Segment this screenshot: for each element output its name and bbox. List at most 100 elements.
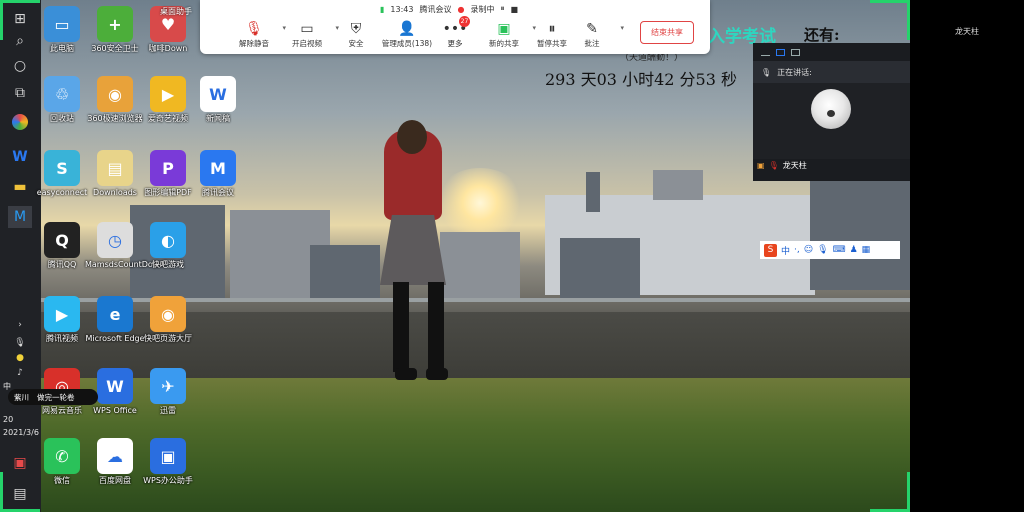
desktop-icon[interactable]: M 腾讯会议 [190, 150, 246, 198]
desktop-icon-label: 360极速浏览器 [87, 114, 143, 123]
meeting-toolbar: ▮ 13:43 腾讯会议 ● 录制中 ⏸ ■ 🎙 解除静音 ▾ ▭ 开启视频 ▾… [200, 0, 710, 54]
desktop-icon-label: MamsdsCountDown [85, 260, 165, 269]
building [310, 245, 380, 300]
person-shoe [395, 368, 417, 380]
notification-pill[interactable]: 紫川 做完一轮卷 [8, 389, 98, 405]
countdown-text: 293 天03 小时42 分53 秒 [545, 70, 737, 89]
desktop-icon[interactable]: ▣ WPS办公助手 [140, 438, 196, 486]
desktop-icon[interactable]: ▶ 腾讯视频 [34, 296, 90, 344]
desktop-icon[interactable]: ◉ 360极速浏览器 [87, 76, 143, 124]
annotate-button[interactable]: ✎ 批注 ▾ [562, 20, 625, 49]
action-center-icon[interactable]: ▤ [8, 483, 32, 505]
app-icon: Q [44, 222, 80, 258]
meeting-status-strip: ▮ 13:43 腾讯会议 ● 录制中 ⏸ ■ [380, 2, 518, 16]
share-frame-corner [0, 472, 3, 512]
annotate-icon: ✎ [586, 21, 598, 37]
security-label: 安全 [348, 39, 364, 48]
desktop-icon[interactable]: ▭ 此电脑 [34, 6, 90, 54]
person-leg [393, 282, 409, 372]
chevron-down-icon[interactable]: ▾ [620, 24, 624, 32]
clock-date[interactable]: 2021/3/6 [0, 428, 41, 437]
notification-icon[interactable]: ▣ [8, 452, 32, 474]
speaker-video[interactable] [753, 83, 910, 159]
app-icon: ◉ [97, 76, 133, 112]
desktop-icon[interactable]: ◷ MamsdsCountDown [85, 222, 165, 270]
person-skirt [380, 215, 446, 285]
desktop-icon[interactable]: ♲ 回收站 [34, 76, 90, 124]
building [653, 170, 703, 200]
skin-icon[interactable]: ♟ [850, 245, 858, 255]
app-icon: ☁ [97, 438, 133, 474]
speaker-name-row: ▣ 🎙 龙天柱 [757, 160, 807, 171]
clock-time[interactable]: 20 [0, 415, 41, 424]
pause-icon[interactable]: ⏸ [500, 4, 504, 14]
speaker-panel-controls [753, 43, 910, 61]
desktop-icon[interactable]: ✆ 微信 [34, 438, 90, 486]
notify-text-a: 紫川 [14, 392, 29, 402]
more-label: 更多 [447, 39, 463, 48]
tools-icon[interactable]: ▦ [862, 245, 871, 255]
keyboard-icon[interactable]: ⌨ [833, 245, 846, 255]
minimize-icon[interactable] [761, 49, 770, 56]
desktop-icon-label: 百度网盘 [99, 476, 131, 485]
wps-taskbar-icon[interactable]: W [8, 146, 32, 168]
more-badge: 27 [459, 16, 470, 27]
desktop-icon[interactable]: ▤ Downloads [87, 150, 143, 198]
app-icon: S [44, 150, 80, 186]
desktop-assistant-label[interactable]: 桌面助手 [160, 6, 192, 17]
app-icon: W [97, 368, 133, 404]
desktop-icon[interactable]: e Microsoft Edge [85, 296, 145, 344]
restore-icon[interactable] [776, 48, 785, 56]
speaker-panel: 🎙 正在讲话: ▣ 🎙 龙天柱 [753, 43, 910, 181]
desktop-icon-label: 网易云音乐 [42, 406, 82, 415]
screen-share-icon: ▣ [497, 21, 511, 37]
browser-taskbar-icon[interactable] [12, 114, 28, 130]
desktop-icon[interactable]: Seasyconnect [34, 150, 90, 198]
desktop-icon[interactable]: W 新闻稿 [190, 76, 246, 124]
app-icon: ▭ [44, 6, 80, 42]
app-icon: M [200, 150, 236, 186]
app-icon: ▶ [150, 76, 186, 112]
search-icon[interactable]: ⌕ [8, 30, 32, 52]
members-icon: 👤 [398, 21, 416, 37]
app-icon: ✈ [150, 368, 186, 404]
desktop-icon[interactable]: ☁ 百度网盘 [87, 438, 143, 486]
ime-toolbar[interactable]: S 中 ·, ☺ 🎙 ⌨ ♟ ▦ [760, 241, 900, 259]
desktop-icon[interactable]: +360安全卫士 [87, 6, 143, 54]
folder-taskbar-icon[interactable]: ▬ [8, 176, 32, 198]
mic-icon: 🎙 [768, 161, 779, 170]
desktop-icon[interactable]: ◉ 快吧页游大厅 [140, 296, 196, 344]
desktop-icon[interactable]: ◐ 快吧游戏 [140, 222, 196, 270]
desktop-icon-label: 回收站 [50, 114, 74, 123]
meeting-app-name: 腾讯会议 [419, 4, 452, 14]
building [586, 172, 600, 212]
desktop-icon[interactable]: Q 腾讯QQ [34, 222, 90, 270]
emoji-icon[interactable]: ☺ [804, 245, 813, 255]
share-frame-corner [0, 0, 40, 3]
ime-mode[interactable]: 中 [781, 244, 790, 257]
share-frame-corner [907, 0, 910, 40]
meeting-taskbar-icon[interactable]: M [8, 206, 32, 228]
meeting-time: 13:43 [390, 4, 414, 14]
stop-icon[interactable]: ■ [510, 5, 518, 14]
end-share-button[interactable]: 结束共享 [640, 21, 694, 44]
unmute-button[interactable]: 🎙 解除静音 ▾ [224, 20, 286, 49]
desktop-icon-label: 腾讯QQ [47, 260, 77, 269]
desktop-icon-label: 微信 [54, 476, 70, 485]
right-user-name: 龙天柱 [955, 27, 979, 36]
windows-start-icon[interactable]: ⊞ [8, 8, 32, 30]
annotate-label: 批注 [584, 39, 600, 48]
signal-icon: ▮ [380, 4, 385, 14]
app-icon: ▤ [97, 150, 133, 186]
desktop-icon-label: 腾讯视频 [46, 334, 78, 343]
app-icon: ♲ [44, 76, 80, 112]
mic-icon[interactable]: 🎙 [817, 245, 828, 255]
grid-icon[interactable] [791, 48, 800, 56]
task-view-icon[interactable]: ⧉ [8, 82, 32, 104]
desktop-icon[interactable]: ✈ 迅雷 [140, 368, 196, 416]
person-head [397, 120, 427, 154]
punctuation-icon[interactable]: ·, [794, 245, 800, 255]
avatar [811, 89, 851, 129]
cortana-icon[interactable]: ○ [8, 55, 32, 77]
desktop-icon-label: 快吧页游大厅 [144, 334, 192, 343]
